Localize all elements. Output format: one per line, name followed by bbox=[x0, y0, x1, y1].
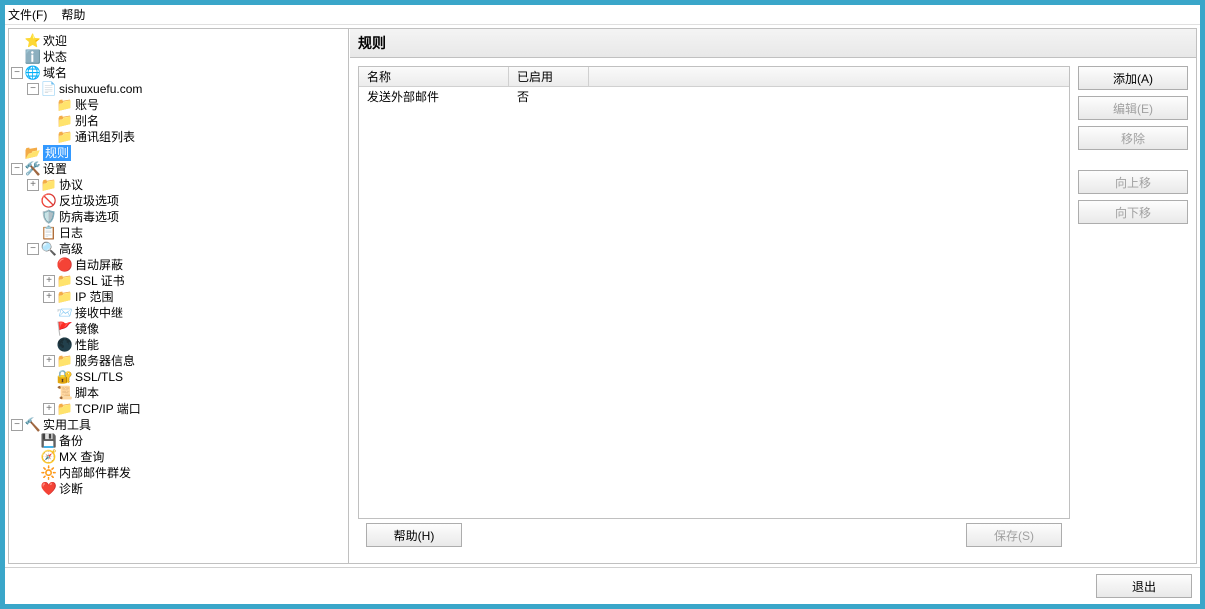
tree-mxquery[interactable]: MX 查询 bbox=[59, 449, 104, 465]
tree-antivirus[interactable]: 防病毒选项 bbox=[59, 209, 119, 225]
block-icon: 🚫 bbox=[41, 193, 57, 209]
folder-icon: 📁 bbox=[57, 273, 73, 289]
menu-help[interactable]: 帮助 bbox=[61, 6, 85, 23]
tree-logging[interactable]: 日志 bbox=[59, 225, 83, 241]
disk-icon: 💾 bbox=[41, 433, 57, 449]
tree-ipranges[interactable]: IP 范围 bbox=[75, 289, 113, 305]
flag-icon: 🚩 bbox=[57, 321, 73, 337]
moveup-button[interactable]: 向上移 bbox=[1078, 170, 1188, 194]
globe-icon: 🌐 bbox=[25, 65, 41, 81]
expander-icon[interactable]: − bbox=[11, 163, 23, 175]
log-icon: 📋 bbox=[41, 225, 57, 241]
red-dot-icon: 🔴 bbox=[57, 257, 73, 273]
action-buttons: 添加(A) 编辑(E) 移除 向上移 向下移 bbox=[1078, 66, 1188, 555]
main-panel: 规则 名称 已启用 发送外部邮件 否 bbox=[349, 29, 1196, 563]
tree-autoban[interactable]: 自动屏蔽 bbox=[75, 257, 123, 273]
col-enabled[interactable]: 已启用 bbox=[509, 67, 589, 86]
footer-bar: 退出 bbox=[5, 567, 1200, 604]
expander-icon[interactable]: + bbox=[27, 179, 39, 191]
tree-status[interactable]: 状态 bbox=[43, 49, 67, 65]
exit-button[interactable]: 退出 bbox=[1096, 574, 1192, 598]
tools-icon: 🛠️ bbox=[25, 161, 41, 177]
expander-icon[interactable]: + bbox=[43, 275, 55, 287]
tree-tcpip[interactable]: TCP/IP 端口 bbox=[75, 401, 141, 417]
tree-domains[interactable]: 域名 bbox=[43, 65, 67, 81]
broadcast-icon: 🔆 bbox=[41, 465, 57, 481]
shield-icon: 🛡️ bbox=[41, 209, 57, 225]
gauge-icon: 🌑 bbox=[57, 337, 73, 353]
col-name[interactable]: 名称 bbox=[359, 67, 509, 86]
expander-icon[interactable]: − bbox=[27, 243, 39, 255]
info-icon: ℹ️ bbox=[25, 49, 41, 65]
expander-icon[interactable]: + bbox=[43, 403, 55, 415]
panel-title: 规则 bbox=[350, 29, 1196, 58]
tree-mirror[interactable]: 镜像 bbox=[75, 321, 99, 337]
tree-scripts[interactable]: 脚本 bbox=[75, 385, 99, 401]
folder-icon: 📁 bbox=[57, 353, 73, 369]
star-icon: ⭐ bbox=[25, 33, 41, 49]
tree-utilities[interactable]: 实用工具 bbox=[43, 417, 91, 433]
tree-settings[interactable]: 设置 bbox=[43, 161, 67, 177]
folder-icon: 📁 bbox=[57, 289, 73, 305]
folder-icon: 📁 bbox=[57, 113, 73, 129]
expander-icon[interactable]: − bbox=[11, 419, 23, 431]
hammer-icon: 🔨 bbox=[25, 417, 41, 433]
rules-list[interactable]: 名称 已启用 发送外部邮件 否 bbox=[358, 66, 1070, 519]
expander-icon[interactable]: + bbox=[43, 355, 55, 367]
tree-welcome[interactable]: 欢迎 bbox=[43, 33, 67, 49]
tree-serverinfo[interactable]: 服务器信息 bbox=[75, 353, 135, 369]
list-header: 名称 已启用 bbox=[359, 67, 1069, 87]
tree-rules[interactable]: 规则 bbox=[43, 145, 71, 161]
magnifier-icon: 🔍 bbox=[41, 241, 57, 257]
tree-domain-name[interactable]: sishuxuefu.com bbox=[59, 81, 142, 97]
movedown-button[interactable]: 向下移 bbox=[1078, 200, 1188, 224]
menu-file[interactable]: 文件(F) bbox=[8, 6, 47, 23]
lock-icon: 🔐 bbox=[57, 369, 73, 385]
tree-distlists[interactable]: 通讯组列表 bbox=[75, 129, 135, 145]
tree-protocols[interactable]: 协议 bbox=[59, 177, 83, 193]
tree-diagnostics[interactable]: 诊断 bbox=[59, 481, 83, 497]
row-enabled: 否 bbox=[509, 88, 589, 105]
tree-ssltls[interactable]: SSL/TLS bbox=[75, 369, 123, 385]
compass-icon: 🧭 bbox=[41, 449, 57, 465]
tree-incoming[interactable]: 接收中继 bbox=[75, 305, 123, 321]
remove-button[interactable]: 移除 bbox=[1078, 126, 1188, 150]
save-button[interactable]: 保存(S) bbox=[966, 523, 1062, 547]
folder-open-icon: 📂 bbox=[25, 145, 41, 161]
navigation-tree[interactable]: ⭐欢迎 ℹ️状态 −🌐域名 −📄sishuxuefu.com 📁账号 📁别名 📁… bbox=[9, 29, 349, 563]
tree-sslcerts[interactable]: SSL 证书 bbox=[75, 273, 125, 289]
menubar: 文件(F) 帮助 bbox=[5, 5, 1200, 25]
content-area: ⭐欢迎 ℹ️状态 −🌐域名 −📄sishuxuefu.com 📁账号 📁别名 📁… bbox=[8, 28, 1197, 564]
tree-backup[interactable]: 备份 bbox=[59, 433, 83, 449]
expander-icon[interactable]: − bbox=[27, 83, 39, 95]
folder-icon: 📁 bbox=[57, 401, 73, 417]
tree-antispam[interactable]: 反垃圾选项 bbox=[59, 193, 119, 209]
page-icon: 📄 bbox=[41, 81, 57, 97]
folder-icon: 📁 bbox=[57, 129, 73, 145]
script-icon: 📜 bbox=[57, 385, 73, 401]
heart-icon: ❤️ bbox=[41, 481, 57, 497]
add-button[interactable]: 添加(A) bbox=[1078, 66, 1188, 90]
tree-performance[interactable]: 性能 bbox=[75, 337, 99, 353]
tree-aliases[interactable]: 别名 bbox=[75, 113, 99, 129]
tree-advanced[interactable]: 高级 bbox=[59, 241, 83, 257]
tree-massmail[interactable]: 内部邮件群发 bbox=[59, 465, 131, 481]
help-button[interactable]: 帮助(H) bbox=[366, 523, 462, 547]
folder-icon: 📁 bbox=[57, 97, 73, 113]
table-row[interactable]: 发送外部邮件 否 bbox=[359, 87, 1069, 105]
row-name: 发送外部邮件 bbox=[359, 88, 509, 105]
edit-button[interactable]: 编辑(E) bbox=[1078, 96, 1188, 120]
tree-accounts[interactable]: 账号 bbox=[75, 97, 99, 113]
mail-icon: 📨 bbox=[57, 305, 73, 321]
expander-icon[interactable]: − bbox=[11, 67, 23, 79]
expander-icon[interactable]: + bbox=[43, 291, 55, 303]
folder-icon: 📁 bbox=[41, 177, 57, 193]
